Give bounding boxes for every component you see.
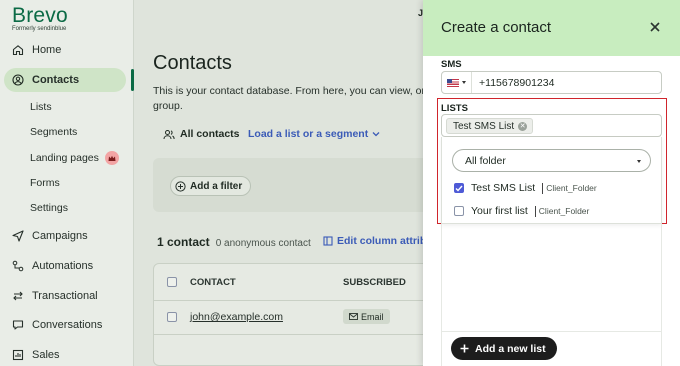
column-header-contact[interactable]: CONTACT: [190, 277, 236, 288]
sidebar-subitem-landing-pages[interactable]: Landing pages: [30, 150, 119, 166]
close-icon: [650, 22, 660, 32]
selected-list-tag: Test SMS List ✕: [446, 118, 534, 134]
swap-icon: [11, 289, 25, 303]
sidebar-item-label: Conversations: [32, 319, 103, 331]
edit-columns-label: Edit column attribu: [337, 235, 433, 247]
chevron-down-icon: [372, 132, 380, 137]
page-description-line: group.: [153, 100, 183, 112]
tab-label: All contacts: [180, 128, 240, 140]
brevo-logo[interactable]: Brevo Formerly sendinblue: [12, 4, 68, 32]
load-list-dropdown[interactable]: Load a list or a segment: [248, 128, 380, 140]
list-option-your-first-list[interactable]: Your first list Client_Folder: [454, 205, 589, 217]
page-description-line: This is your contact database. From here…: [153, 85, 423, 97]
contact-email-link[interactable]: john@example.com: [190, 311, 283, 323]
columns-icon: [323, 236, 333, 246]
us-flag-icon: [447, 78, 459, 87]
sidebar-item-automations[interactable]: Automations: [0, 254, 133, 278]
list-option-folder: Client_Folder: [538, 206, 590, 216]
lists-dropdown: All folder Test SMS List Client_Folder Y…: [441, 137, 662, 224]
tag-label: Test SMS List: [453, 120, 515, 132]
contacts-table: CONTACT SUBSCRIBED john@example.com Emai…: [153, 263, 443, 366]
list-option-name: Your first list: [471, 205, 528, 217]
sidebar-item-sales[interactable]: Sales: [0, 343, 133, 366]
add-new-list-label: Add a new list: [475, 342, 546, 355]
automation-icon: [11, 259, 25, 273]
list-option-folder: Client_Folder: [546, 183, 597, 193]
page-title: Contacts: [153, 52, 232, 74]
country-code-selector[interactable]: [442, 72, 472, 93]
sms-phone-input[interactable]: +115678901234: [441, 71, 662, 94]
home-icon: [11, 43, 25, 57]
remove-tag-icon[interactable]: ✕: [518, 121, 528, 131]
sidebar-item-campaigns[interactable]: Campaigns: [0, 224, 133, 248]
tab-all-contacts[interactable]: All contacts: [163, 128, 240, 140]
panel-title: Create a contact: [441, 19, 552, 36]
select-all-checkbox[interactable]: [167, 277, 177, 287]
sms-phone-value: +115678901234: [479, 76, 555, 89]
lists-multiselect-input[interactable]: Test SMS List ✕: [441, 114, 662, 137]
sidebar-subitem-settings[interactable]: Settings: [30, 200, 68, 216]
add-new-list-button[interactable]: Add a new list: [451, 337, 557, 360]
caret-down-icon: [462, 81, 466, 84]
sales-icon: [11, 348, 25, 362]
sidebar-item-label: Home: [32, 44, 62, 56]
anonymous-count: 0 anonymous contact: [215, 238, 311, 249]
sidebar-subitem-label: Landing pages: [30, 152, 99, 164]
sidebar-item-conversations[interactable]: Conversations: [0, 313, 133, 337]
send-icon: [11, 229, 25, 243]
add-filter-button[interactable]: Add a filter: [170, 176, 252, 196]
close-panel-button[interactable]: [648, 20, 662, 34]
users-icon: [163, 129, 175, 139]
divider: [154, 300, 442, 301]
tab-label: Load a list or a segment: [248, 128, 369, 140]
divider: [154, 334, 442, 335]
sidebar-item-label: Campaigns: [32, 230, 88, 242]
plus-icon: [460, 344, 469, 353]
active-indicator: [131, 69, 134, 91]
subscribed-email-chip: Email: [343, 309, 390, 324]
create-contact-panel: Create a contact SMS +115678901234 LISTS…: [423, 0, 680, 366]
sidebar-item-label: Automations: [32, 260, 94, 272]
checkbox-checked[interactable]: [454, 183, 464, 193]
sidebar-subitem-segments[interactable]: Segments: [30, 124, 77, 140]
folder-select[interactable]: All folder: [452, 149, 651, 172]
page-description: This is your contact database. From here…: [153, 84, 423, 114]
plus-circle-icon: [175, 180, 186, 192]
checkbox-unchecked[interactable]: [454, 206, 464, 216]
sidebar: Brevo Formerly sendinblue Home Contacts …: [0, 0, 134, 366]
sidebar-subitem-lists[interactable]: Lists: [30, 99, 52, 115]
sidebar-item-label: Contacts: [32, 74, 80, 86]
caret-down-icon: [637, 160, 641, 163]
divider: [542, 182, 544, 194]
sms-label: SMS: [441, 59, 462, 70]
sidebar-item-home[interactable]: Home: [0, 38, 133, 62]
sidebar-item-transactional[interactable]: Transactional: [0, 284, 133, 308]
check-icon: [455, 185, 463, 192]
add-filter-label: Add a filter: [190, 180, 243, 192]
chat-icon: [11, 318, 25, 332]
logo-tagline: Formerly sendinblue: [12, 26, 67, 32]
folder-select-value: All folder: [465, 154, 506, 167]
list-option-test-sms-list[interactable]: Test SMS List Client_Folder: [454, 182, 597, 194]
sidebar-item-contacts[interactable]: Contacts: [4, 68, 126, 92]
user-circle-icon: [11, 73, 25, 87]
edit-columns-link[interactable]: Edit column attribu: [323, 235, 433, 247]
sidebar-subitem-forms[interactable]: Forms: [30, 175, 60, 191]
chip-label: Email: [361, 311, 384, 322]
crown-badge-icon: [104, 151, 119, 165]
contact-count: 1 contact 0 anonymous contact: [157, 235, 311, 249]
contact-count-value: 1 contact: [157, 235, 210, 249]
divider: [534, 205, 536, 217]
divider: [441, 331, 662, 332]
sidebar-item-label: Sales: [32, 349, 60, 361]
panel-header: Create a contact: [423, 0, 680, 56]
lists-label: LISTS: [441, 103, 468, 114]
logo-wordmark: Brevo: [12, 4, 68, 27]
mail-icon: [349, 313, 358, 320]
row-checkbox[interactable]: [167, 312, 177, 322]
column-header-subscribed[interactable]: SUBSCRIBED: [343, 277, 406, 288]
sidebar-item-label: Transactional: [32, 290, 98, 302]
list-option-name: Test SMS List: [471, 182, 536, 194]
